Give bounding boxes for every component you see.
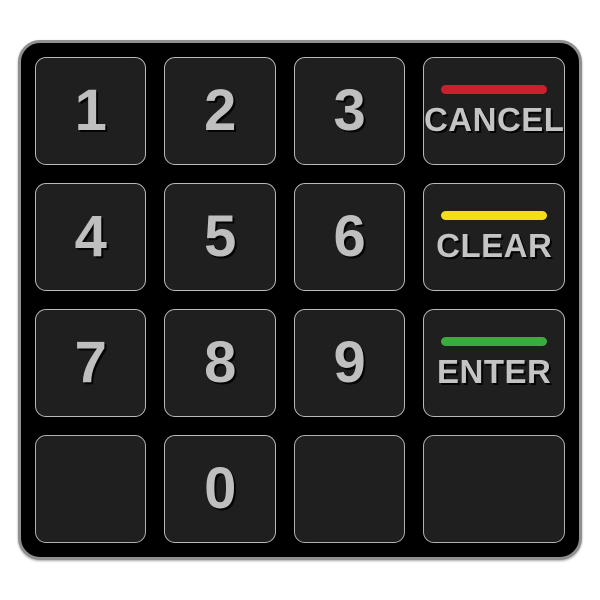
key-enter[interactable]: ENTER <box>423 309 565 417</box>
key-clear-color-bar-icon <box>441 210 548 220</box>
key-8[interactable]: 8 <box>164 309 276 417</box>
key-blank-2[interactable] <box>293 435 406 543</box>
key-1[interactable]: 1 <box>35 57 147 165</box>
key-9[interactable]: 9 <box>293 309 406 417</box>
key-blank-1[interactable] <box>35 435 147 543</box>
key-4[interactable]: 4 <box>35 183 147 291</box>
key-label: 3 <box>333 78 366 143</box>
key-label: 6 <box>333 204 366 269</box>
key-clear[interactable]: CLEAR <box>423 183 565 291</box>
key-label: 9 <box>333 330 366 395</box>
function-key-content: CANCEL <box>423 84 565 138</box>
key-7[interactable]: 7 <box>35 309 147 417</box>
key-6[interactable]: 6 <box>293 183 406 291</box>
key-enter-color-bar-icon <box>441 336 548 346</box>
function-key-content: ENTER <box>424 336 564 390</box>
key-label: 4 <box>74 204 107 269</box>
key-label: 2 <box>204 78 237 143</box>
key-label: 0 <box>204 456 237 521</box>
key-label: CANCEL <box>423 100 565 138</box>
key-label: 5 <box>204 204 237 269</box>
key-0[interactable]: 0 <box>164 435 276 543</box>
key-label: 1 <box>74 78 107 143</box>
key-cancel-color-bar-icon <box>441 84 548 94</box>
key-label: 7 <box>74 330 107 395</box>
key-5[interactable]: 5 <box>164 183 276 291</box>
key-blank-3[interactable] <box>423 435 565 543</box>
keypad-key-grid: 1 2 3 CANCEL 4 5 6 CLEAR 7 8 9 ENTER 0 <box>35 57 565 543</box>
keypad-device: 1 2 3 CANCEL 4 5 6 CLEAR 7 8 9 ENTER 0 <box>18 40 582 560</box>
key-label: CLEAR <box>436 226 553 264</box>
key-label: 8 <box>204 330 237 395</box>
key-3[interactable]: 3 <box>293 57 406 165</box>
key-cancel[interactable]: CANCEL <box>423 57 565 165</box>
function-key-content: CLEAR <box>424 210 564 264</box>
key-2[interactable]: 2 <box>164 57 276 165</box>
key-label: ENTER <box>437 352 552 390</box>
